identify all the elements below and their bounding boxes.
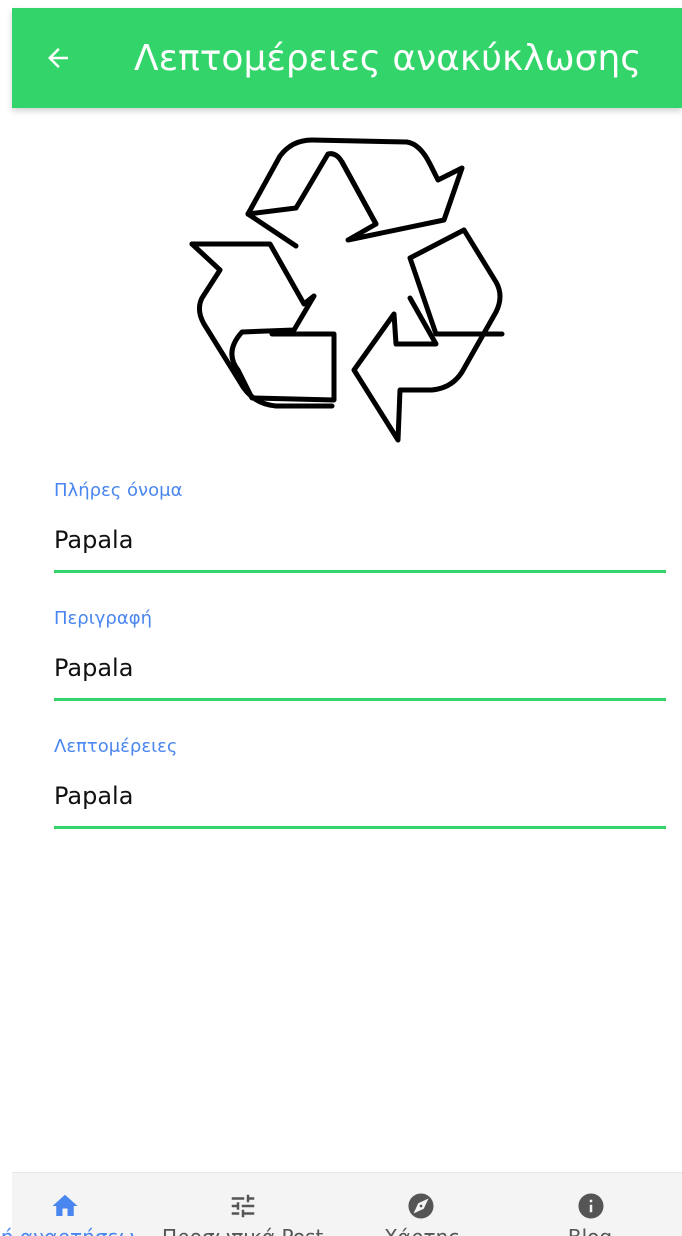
- recycle-icon: [189, 137, 505, 443]
- recycle-image: [182, 128, 512, 448]
- compass-icon: [408, 1193, 434, 1219]
- description-input[interactable]: Papala: [54, 654, 666, 682]
- nav-item-blog[interactable]: Blog: [510, 1173, 670, 1236]
- nav-item-personal-posts[interactable]: Προσωπικά Post: [162, 1173, 323, 1236]
- details-input[interactable]: Papala: [54, 782, 666, 810]
- recycling-details-screen: Λεπτομέρειες ανακύκλωσης Πλήρες όνομα Pa…: [0, 0, 682, 1236]
- back-button[interactable]: [30, 30, 86, 86]
- nav-item-map[interactable]: Χάρτης: [342, 1173, 502, 1236]
- field-underline: [54, 826, 666, 829]
- field-underline: [54, 570, 666, 573]
- page-title: Λεπτομέρειες ανακύκλωσης: [134, 37, 642, 79]
- arrow-left-icon: [48, 48, 68, 68]
- nav-label-personal-posts: Προσωπικά Post: [162, 1225, 323, 1236]
- nav-label-blog: Blog: [510, 1225, 670, 1236]
- sliders-icon: [231, 1194, 255, 1218]
- bottom-navigation: ή αναρτήσεω Προσωπικά Post Χάρτης Blog: [1, 1172, 682, 1236]
- full-name-label: Πλήρες όνομα: [54, 480, 183, 501]
- app-bar: Λεπτομέρειες ανακύκλωσης: [12, 8, 682, 108]
- details-field[interactable]: Λεπτομέρειες Papala: [54, 736, 666, 829]
- nav-label-map: Χάρτης: [342, 1225, 502, 1236]
- full-name-input[interactable]: Papala: [54, 526, 666, 554]
- nav-label-posts: ή αναρτήσεω: [0, 1225, 148, 1236]
- details-label: Λεπτομέρειες: [54, 736, 178, 757]
- description-field[interactable]: Περιγραφή Papala: [54, 608, 666, 701]
- info-icon: [578, 1193, 604, 1219]
- nav-item-posts[interactable]: ή αναρτήσεω: [0, 1173, 160, 1236]
- full-name-field[interactable]: Πλήρες όνομα Papala: [54, 480, 666, 573]
- field-underline: [54, 698, 666, 701]
- home-icon: [52, 1194, 78, 1216]
- description-label: Περιγραφή: [54, 608, 153, 629]
